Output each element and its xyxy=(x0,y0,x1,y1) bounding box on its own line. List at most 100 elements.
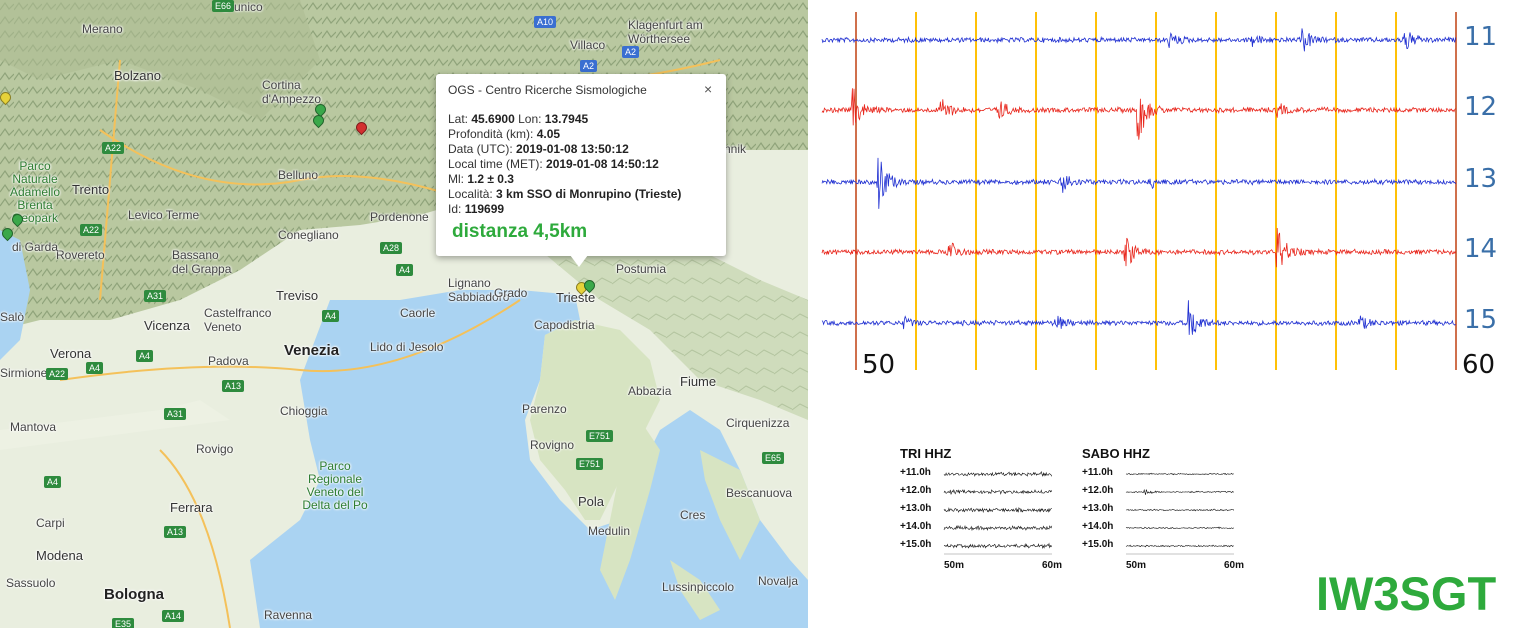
seismic-trace-11 xyxy=(821,28,1456,52)
map-label-parenzo: Parenzo xyxy=(522,402,567,416)
road-shield-a22: A22 xyxy=(46,368,69,380)
map-label-castelfranco-veneto: Castelfranco Veneto xyxy=(204,306,272,334)
popup-row-value: 13.7945 xyxy=(544,112,589,126)
thumb-hour-label: +13.0h xyxy=(1082,503,1114,514)
road-shield-a31: A31 xyxy=(164,408,187,420)
map-label-pordenone: Pordenone xyxy=(370,210,429,224)
thumb-hour-label: +11.0h xyxy=(900,467,931,478)
popup-row-label: Profondità (km): xyxy=(448,127,534,141)
hour-label: 13 xyxy=(1464,164,1498,194)
seismic-trace-15 xyxy=(821,300,1456,335)
seismic-trace-12 xyxy=(821,88,1456,140)
thumb-trace xyxy=(943,471,1053,477)
popup-row-value: 45.6900 xyxy=(471,112,515,126)
hour-label: 12 xyxy=(1464,92,1498,122)
map-label-cirquenizza: Cirquenizza xyxy=(726,416,790,430)
thumb-trace xyxy=(1125,508,1235,512)
event-info-popup[interactable]: OGS - Centro Ricerche Sismologiche × Lat… xyxy=(436,74,726,256)
road-shield-e65: E65 xyxy=(762,452,785,464)
map-label-treviso: Treviso xyxy=(276,288,319,303)
map-label-di-garda: di Garda xyxy=(12,240,59,254)
map-label-grado: Grado xyxy=(494,286,528,300)
thumb-hour-label: +15.0h xyxy=(900,539,932,550)
popup-row-value: 3 km SSO di Monrupino (Trieste) xyxy=(496,187,682,201)
popup-row-value: 2019-01-08 14:50:12 xyxy=(546,157,659,171)
popup-row: Data (UTC): 2019-01-08 13:50:12 xyxy=(448,142,681,157)
minute-end-label: 60 xyxy=(1462,350,1496,380)
distance-label: distanza 4,5km xyxy=(452,221,588,242)
map-label-modena: Modena xyxy=(36,548,83,563)
popup-row: Ml: 1.2 ± 0.3 xyxy=(448,172,681,187)
map-label-lido-di-jesolo: Lido di Jesolo xyxy=(370,340,444,354)
popup-row-label: Località: xyxy=(448,187,493,201)
popup-row-value: 4.05 xyxy=(536,127,561,141)
close-icon[interactable]: × xyxy=(704,81,712,97)
popup-row-value: 1.2 ± 0.3 xyxy=(467,172,514,186)
map-label-medulin: Medulin xyxy=(588,524,631,538)
map-label-parco-regionale-veneto-del-delta-del-po: Parco Regionale Veneto del Delta del Po xyxy=(302,459,368,512)
map-label-pola: Pola xyxy=(578,494,605,509)
popup-row-value: 2019-01-08 13:50:12 xyxy=(516,142,629,156)
map-panel[interactable]: Brunico Merano Villaco Klagenfurt am Wörthe… xyxy=(0,0,808,628)
road-shield-a4: A4 xyxy=(44,476,62,488)
seismogram-panel: 11 12 13 14 15 50 60 TRI HHZ +11.0h +12.0h +13.… xyxy=(808,0,1514,628)
road-shield-a4: A4 xyxy=(396,264,414,276)
map-label-cortina-d-ampezzo: Cortina d'Ampezzo xyxy=(262,78,321,106)
popup-row-label: Data (UTC): xyxy=(448,142,513,156)
thumb-hour-label: +14.0h xyxy=(1082,521,1114,532)
seismogram-plot xyxy=(821,12,1457,370)
road-shield-a31: A31 xyxy=(144,290,167,302)
map-label-carpi: Carpi xyxy=(36,516,65,530)
map-label-sassuolo: Sassuolo xyxy=(6,576,56,590)
road-shield-a4: A4 xyxy=(136,350,154,362)
road-shield-e751: E751 xyxy=(576,458,604,470)
map-label-belluno: Belluno xyxy=(278,168,319,182)
hour-label: 15 xyxy=(1464,305,1498,335)
popup-tail xyxy=(570,255,588,267)
road-shield-e66: E66 xyxy=(212,0,235,12)
popup-row: Lat: 45.6900 Lon: 13.7945 xyxy=(448,112,681,127)
thumb-hour-label: +15.0h xyxy=(1082,539,1114,550)
popup-details: Lat: 45.6900 Lon: 13.7945 Profondità (km)… xyxy=(448,112,681,217)
map-label-padova: Padova xyxy=(208,354,249,368)
map-label-ferrara: Ferrara xyxy=(170,500,213,515)
map-label-cres: Cres xyxy=(680,508,706,522)
popup-row-value: 119699 xyxy=(464,202,505,216)
thumb-trace xyxy=(943,507,1052,514)
thumb-tri-hhz: TRI HHZ +11.0h +12.0h +13.0h +14.0h +15.0h 50m… xyxy=(900,444,1070,574)
road-shield-a22: A22 xyxy=(102,142,125,154)
map-label-vicenza: Vicenza xyxy=(144,318,191,333)
map-label-levico-terme: Levico Terme xyxy=(128,208,200,222)
map-label-sal: Salò xyxy=(0,310,25,324)
thumb-sabo-hhz: SABO HHZ +11.0h +12.0h +13.0h +14.0h +15.0h 50… xyxy=(1082,444,1252,574)
map-label-rovigno: Rovigno xyxy=(530,438,575,452)
map-label-klagenfurt-am-w-rthersee: Klagenfurt am Wörthersee xyxy=(628,18,703,46)
map-label-fiume: Fiume xyxy=(680,374,717,389)
map-label-capodistria: Capodistria xyxy=(534,318,595,332)
road-shield-a4: A4 xyxy=(322,310,340,322)
map-label-verona: Verona xyxy=(50,346,92,361)
map-label-villaco: Villaco xyxy=(570,38,606,52)
thumb-title: SABO HHZ xyxy=(1082,446,1150,461)
popup-row-label: Ml: xyxy=(448,172,464,186)
map-label-bolzano: Bolzano xyxy=(114,68,161,83)
popup-title: OGS - Centro Ricerche Sismologiche xyxy=(448,83,647,97)
map-label-bologna: Bologna xyxy=(104,586,164,603)
road-shield-e35: E35 xyxy=(112,618,135,628)
popup-row-label: Local time (MET): xyxy=(448,157,543,171)
popup-row-label: Lat: xyxy=(448,112,469,126)
seismic-trace-14 xyxy=(821,227,1456,268)
seismic-trace-13 xyxy=(821,157,1456,209)
thumb-trace xyxy=(943,524,1053,532)
thumb-trace xyxy=(1125,488,1234,495)
road-shield-a13: A13 xyxy=(164,526,187,538)
road-shield-e751: E751 xyxy=(586,430,614,442)
thumb-min-start: 50m xyxy=(944,560,965,571)
thumb-min-end: 60m xyxy=(1224,560,1245,571)
map-label-chioggia: Chioggia xyxy=(280,404,328,418)
map-label-sirmione: Sirmione xyxy=(0,366,48,380)
map-label-caorle: Caorle xyxy=(400,306,436,320)
map-label-conegliano: Conegliano xyxy=(278,228,339,242)
popup-row-label: Id: xyxy=(448,202,462,216)
map-label-bescanuova: Bescanuova xyxy=(726,486,793,500)
